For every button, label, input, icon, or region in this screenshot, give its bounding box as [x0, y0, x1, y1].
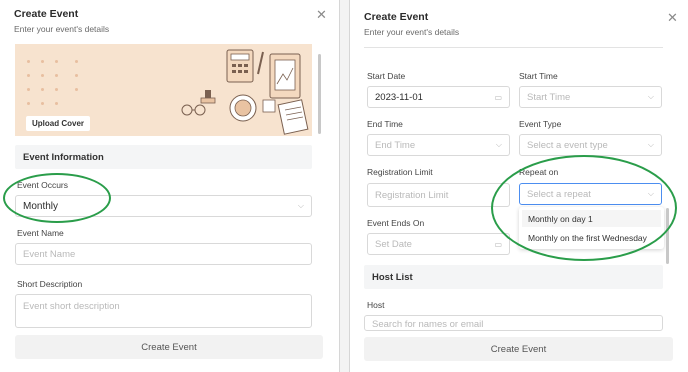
chevron-down-icon: ⌵: [647, 92, 654, 101]
start-time-label: Start Time: [519, 71, 558, 81]
scrollbar[interactable]: [318, 54, 321, 134]
chevron-down-icon: ⌵: [647, 140, 654, 149]
start-date-input[interactable]: 2023-11-01 ▭: [367, 86, 510, 108]
highlight-oval: [3, 173, 111, 223]
host-label: Host: [367, 300, 385, 310]
office-illustration: [181, 49, 309, 135]
registration-limit-input[interactable]: Registration Limit: [367, 183, 510, 207]
dialog-subtitle: Enter your event's details: [14, 24, 110, 34]
upload-cover-button[interactable]: Upload Cover: [26, 116, 91, 131]
create-event-button[interactable]: Create Event: [15, 335, 323, 359]
dialog-title: Create Event: [364, 11, 429, 23]
short-description-label: Short Description: [17, 279, 83, 289]
cover-image: Upload Cover: [15, 44, 312, 136]
event-name-label: Event Name: [17, 228, 64, 238]
event-type-label: Event Type: [519, 119, 562, 129]
calendar-icon: ▭: [494, 92, 502, 102]
event-name-input[interactable]: Event Name: [15, 243, 312, 265]
section-host-list: Host List: [364, 265, 663, 289]
dialog-title: Create Event: [14, 8, 79, 20]
end-time-label: End Time: [367, 119, 403, 129]
create-event-button[interactable]: Create Event: [364, 337, 673, 361]
dialog-subtitle: Enter your event's details: [364, 27, 460, 37]
end-time-select[interactable]: End Time ⌵: [367, 134, 510, 156]
start-date-label: Start Date: [367, 71, 406, 81]
event-type-select[interactable]: Select a event type ⌵: [519, 134, 662, 156]
event-ends-on-label: Event Ends On: [367, 218, 425, 228]
registration-limit-label: Registration Limit: [367, 167, 433, 177]
header-divider: [364, 47, 663, 48]
calendar-icon: ▭: [494, 239, 502, 249]
event-ends-on-input[interactable]: Set Date ▭: [367, 233, 510, 255]
start-time-select[interactable]: Start Time ⌵: [519, 86, 662, 108]
chevron-down-icon: ⌵: [297, 201, 304, 210]
panel-gap: [340, 0, 349, 372]
section-event-information: Event Information: [15, 145, 312, 169]
highlight-oval: [491, 155, 677, 261]
host-search-input[interactable]: Search for names or email: [364, 315, 663, 331]
chevron-down-icon: ⌵: [495, 140, 502, 149]
close-icon[interactable]: ✕: [667, 11, 678, 24]
close-icon[interactable]: ✕: [316, 8, 327, 21]
short-description-textarea[interactable]: Event short description: [15, 294, 312, 328]
